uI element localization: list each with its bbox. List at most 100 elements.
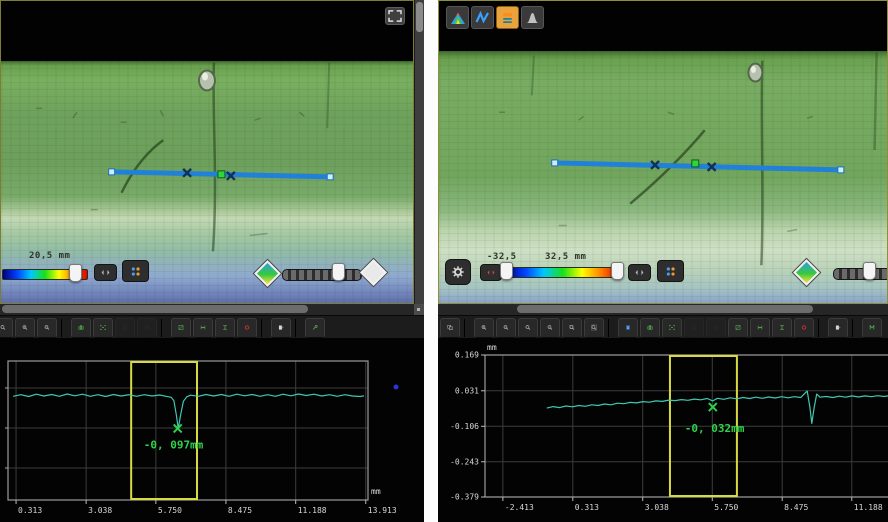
disabled-a-button[interactable]: [684, 318, 704, 338]
disabled-b-button[interactable]: [137, 318, 157, 338]
measure-line[interactable]: [552, 160, 844, 173]
color-scale-handle-max[interactable]: [611, 262, 624, 280]
range-swap-button[interactable]: [628, 264, 651, 281]
capture-button[interactable]: [640, 318, 660, 338]
frame-icon: [669, 320, 675, 335]
measure-center-marker[interactable]: [692, 160, 699, 167]
measure-height-button[interactable]: [772, 318, 792, 338]
measure-grid-button[interactable]: [171, 318, 191, 338]
left-profile-chart[interactable]: -0, 097mm0.3133.0385.7508.47511.18813.91…: [0, 338, 424, 522]
toolbar-separator: [818, 319, 824, 337]
measure-width-button[interactable]: [750, 318, 770, 338]
record-button[interactable]: [794, 318, 814, 338]
left-horizontal-scrollbar[interactable]: [0, 304, 414, 315]
zoom-pan-button[interactable]: [0, 318, 13, 338]
left-vertical-scrollbar[interactable]: [414, 0, 424, 304]
export-button[interactable]: [271, 318, 291, 338]
left-image-viewer[interactable]: 20,5 mm: [0, 0, 414, 304]
zoom-actual-button[interactable]: [540, 318, 560, 338]
measure-grid-icon: [178, 320, 184, 335]
zoom-in-icon: [481, 320, 487, 335]
range-reset-button[interactable]: [480, 264, 502, 281]
palette-toggle-button[interactable]: [657, 260, 684, 282]
record-icon: [801, 320, 807, 335]
palette-toggle-button[interactable]: [122, 260, 149, 282]
zoom-select-icon: [569, 320, 575, 335]
measure-handle-right[interactable]: [838, 167, 844, 173]
zoom-fit-button[interactable]: [584, 318, 604, 338]
left-vertical-scroll-thumb[interactable]: [416, 2, 423, 32]
axis-unit-label: mm: [487, 343, 497, 352]
color-scale-handle-min[interactable]: [500, 262, 513, 280]
right-horizontal-scrollbar[interactable]: [438, 304, 888, 315]
threshold-slider[interactable]: [282, 269, 362, 281]
measure-grid-icon: [735, 320, 741, 335]
measure-handle-right[interactable]: [327, 174, 333, 180]
layout-button[interactable]: [440, 318, 460, 338]
height-scale-min-label: -32,5: [487, 252, 517, 262]
export-button[interactable]: [828, 318, 848, 338]
record-button[interactable]: [237, 318, 257, 338]
capture-icon: [78, 320, 84, 335]
left-horizontal-scroll-thumb[interactable]: [2, 305, 308, 313]
x-tick-label: 11.188: [854, 503, 883, 512]
right-profile-chart[interactable]: -0, 032mm-2.4130.3133.0385.7508.47511.18…: [438, 338, 888, 522]
zoom-pan-icon: [0, 320, 6, 335]
range-swap-button[interactable]: [94, 264, 117, 281]
measure-m-icon: [869, 320, 875, 335]
disabled-b-button[interactable]: [706, 318, 726, 338]
threshold-slider[interactable]: [833, 268, 888, 280]
capture-button[interactable]: [71, 318, 91, 338]
zoom-out-button[interactable]: [496, 318, 516, 338]
toolbar-separator: [261, 319, 267, 337]
disabled-a-button[interactable]: [115, 318, 135, 338]
zoom-in-button[interactable]: [474, 318, 494, 338]
app-window: 20,5 mm -0, 097mm0.3133.038: [0, 0, 888, 522]
zoom-select-button[interactable]: [562, 318, 582, 338]
right-panel: -32,5 32,5 mm -0, 032mm-2.4130: [438, 0, 888, 522]
measure-handle-left[interactable]: [552, 160, 558, 166]
measure-line[interactable]: [109, 169, 334, 180]
measure-handle-left[interactable]: [109, 169, 115, 175]
y-tick-label: -0.243: [450, 457, 479, 466]
expand-button[interactable]: [385, 7, 405, 25]
swap-arrows-icon: [101, 268, 110, 277]
measure-center-marker[interactable]: [218, 171, 225, 178]
peak-shape-icon: [525, 11, 540, 24]
measure-height-button[interactable]: [215, 318, 235, 338]
y-tick-label: 0.169: [455, 351, 479, 360]
measure-grid-button[interactable]: [728, 318, 748, 338]
y-tick-label: 0.031: [455, 386, 479, 395]
zoom-out-button[interactable]: [37, 318, 57, 338]
threshold-slider-handle[interactable]: [863, 262, 876, 280]
zoom-actual-icon: [547, 320, 553, 335]
selection-region[interactable]: [131, 362, 197, 499]
view-mode-layers-button[interactable]: [496, 6, 519, 29]
capture-icon: [647, 320, 653, 335]
tool-button[interactable]: [305, 318, 325, 338]
measure-width-button[interactable]: [193, 318, 213, 338]
left-scrollbar-corner-button[interactable]: [414, 304, 424, 315]
color-scale-bar[interactable]: [505, 267, 621, 278]
height-scale-label: 20,5 mm: [29, 251, 70, 261]
measure-m-button[interactable]: [862, 318, 882, 338]
info-button[interactable]: [618, 318, 638, 338]
display-settings-button[interactable]: [445, 259, 471, 285]
scratch-faint: [532, 56, 534, 96]
view-mode-height-map-button[interactable]: [446, 6, 469, 29]
threshold-slider-handle[interactable]: [332, 263, 345, 281]
right-horizontal-scroll-thumb[interactable]: [517, 305, 813, 313]
zoom-in-button[interactable]: [15, 318, 35, 338]
toolbar-separator: [464, 319, 470, 337]
view-mode-peak-button[interactable]: [521, 6, 544, 29]
frame-button[interactable]: [662, 318, 682, 338]
zoom-in-icon: [22, 320, 28, 335]
frame-button[interactable]: [93, 318, 113, 338]
color-scale-handle[interactable]: [69, 264, 82, 282]
right-image-viewer[interactable]: -32,5 32,5 mm: [438, 0, 888, 304]
height-scale-max-label: 32,5 mm: [545, 252, 586, 262]
export-icon: [835, 320, 841, 335]
zoom-pan-button[interactable]: [518, 318, 538, 338]
x-tick-label: 8.475: [784, 503, 808, 512]
view-mode-profile-button[interactable]: [471, 6, 494, 29]
